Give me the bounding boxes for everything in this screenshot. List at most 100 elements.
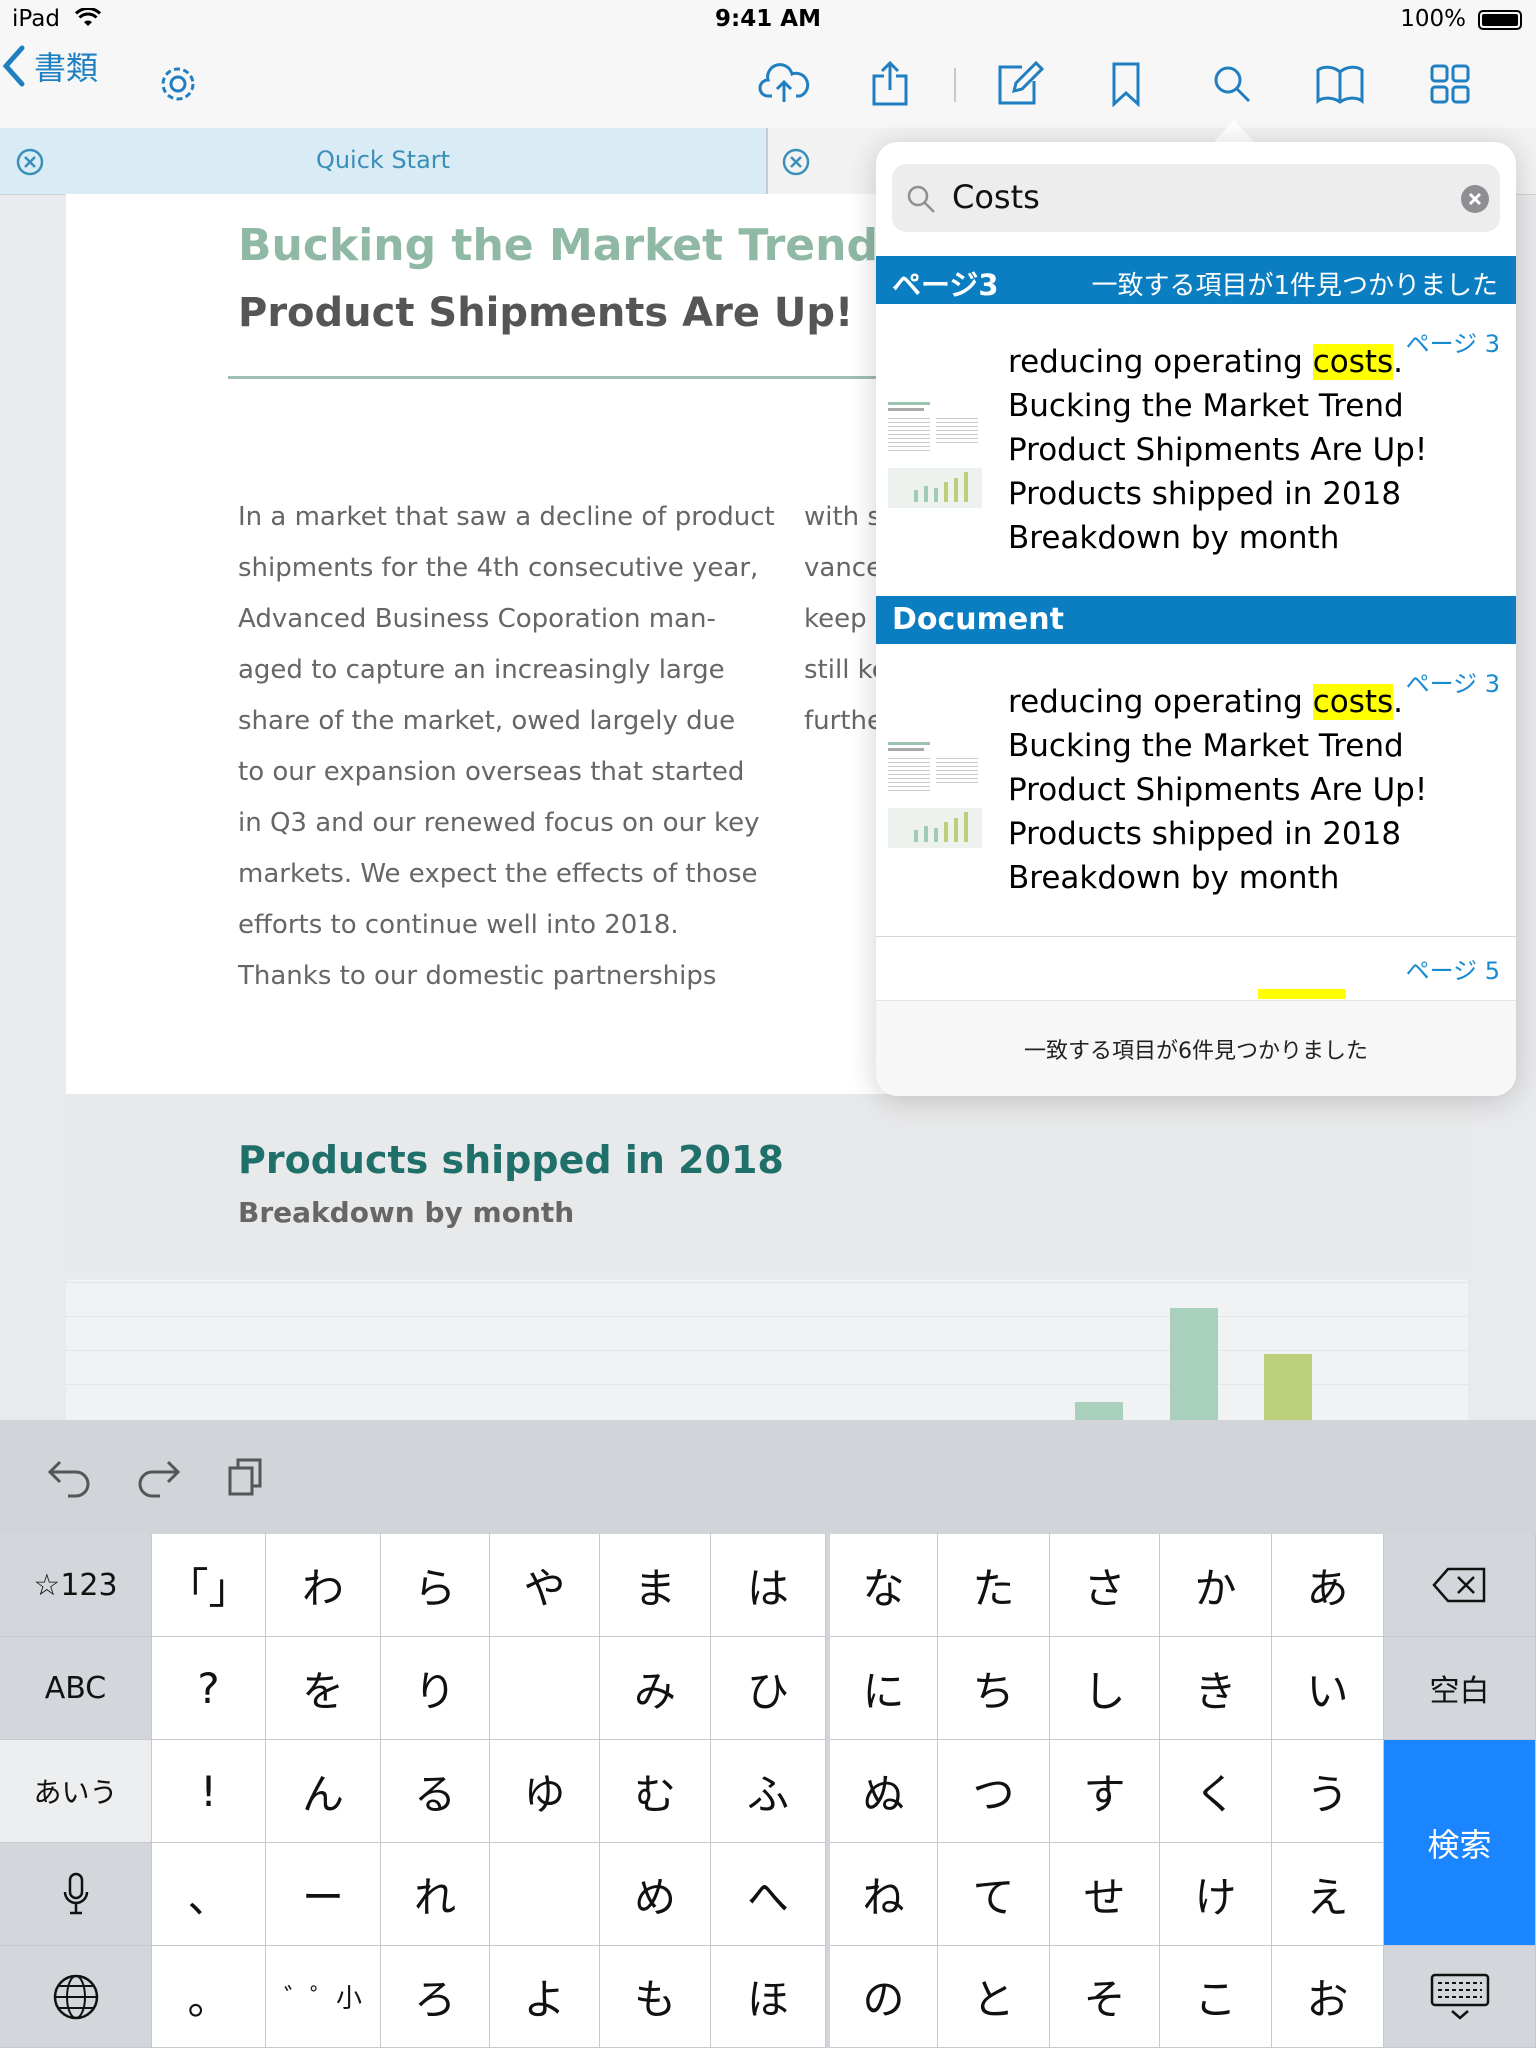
key-kana-char[interactable]: へ — [711, 1843, 826, 1946]
search-input[interactable]: Costs — [952, 178, 1040, 216]
book-button[interactable] — [1312, 58, 1368, 110]
key-kana-char[interactable]: た — [938, 1534, 1050, 1637]
key-kana-char[interactable]: き — [1160, 1637, 1272, 1740]
cloud-upload-button[interactable] — [756, 58, 812, 110]
key-kana-char[interactable]: め — [600, 1843, 711, 1946]
key-kana-char[interactable]: ら — [381, 1534, 490, 1637]
key-blank[interactable] — [490, 1637, 600, 1740]
result-line: Breakdown by month — [1008, 860, 1340, 896]
key-blank[interactable] — [490, 1843, 600, 1946]
result-text: reducing operating costs. Bucking the Ma… — [1008, 680, 1427, 900]
key-kana-char[interactable]: む — [600, 1740, 711, 1843]
key-search[interactable]: 検索 — [1384, 1740, 1536, 1946]
key-kana-char[interactable]: は — [711, 1534, 826, 1637]
key-kana-char[interactable]: ふ — [711, 1740, 826, 1843]
key-kana-char[interactable]: ね — [830, 1843, 938, 1946]
key-kana-char[interactable]: ろ — [381, 1946, 490, 2048]
key-kana-char[interactable]: や — [490, 1534, 600, 1637]
key-kana-char[interactable]: な — [830, 1534, 938, 1637]
search-footer: 一致する項目が6件見つかりました — [876, 1000, 1516, 1096]
key-kana-char[interactable]: え — [1272, 1843, 1384, 1946]
close-tab-icon[interactable] — [782, 148, 810, 176]
bookmark-button[interactable] — [1098, 58, 1154, 110]
search-field[interactable]: Costs — [892, 164, 1500, 232]
key-space[interactable]: 空白 — [1384, 1637, 1536, 1740]
share-button[interactable] — [862, 58, 918, 110]
key-kana-char[interactable]: に — [830, 1637, 938, 1740]
search-button[interactable] — [1204, 58, 1260, 110]
key-kana-char[interactable]: ん — [266, 1740, 381, 1843]
key-kana[interactable]: あいう — [0, 1740, 152, 1843]
key-abc[interactable]: ABC — [0, 1637, 152, 1740]
search-result[interactable]: ページ 3 reducing operating costs. Bucking … — [876, 644, 1516, 937]
key-kana-char[interactable]: の — [830, 1946, 938, 2048]
key-kana-char[interactable]: ー — [266, 1843, 381, 1946]
redo-icon[interactable] — [134, 1456, 182, 1498]
key-kana-char[interactable]: ひ — [711, 1637, 826, 1740]
key-kana-char[interactable]: れ — [381, 1843, 490, 1946]
result-match-partial — [1258, 989, 1346, 999]
key-kana-char[interactable]: ゆ — [490, 1740, 600, 1843]
settings-button[interactable] — [150, 58, 206, 110]
key-kana-char[interactable]: う — [1272, 1740, 1384, 1843]
key-kana-char[interactable]: ゛゜小 — [266, 1946, 381, 2048]
key-kana-char[interactable]: も — [600, 1946, 711, 2048]
key-kana-char[interactable]: み — [600, 1637, 711, 1740]
key-kana-char[interactable]: と — [938, 1946, 1050, 2048]
key-symbols[interactable]: ☆123 — [0, 1534, 152, 1637]
search-result[interactable]: ページ 5 — [876, 937, 1516, 999]
key-kana-char[interactable]: ま — [600, 1534, 711, 1637]
key-kana-char[interactable]: ち — [938, 1637, 1050, 1740]
nav-divider — [954, 68, 956, 102]
gear-icon — [161, 67, 195, 101]
key-kana-char[interactable]: か — [1160, 1534, 1272, 1637]
bookmark-icon — [1112, 62, 1140, 107]
key-kana-char[interactable]: け — [1160, 1843, 1272, 1946]
key-kana-char[interactable]: ぬ — [830, 1740, 938, 1843]
key-kana-char[interactable]: ほ — [711, 1946, 826, 2048]
body-line: In a market that saw a decline of produc… — [238, 502, 775, 532]
key-globe[interactable] — [0, 1946, 152, 2048]
key-question[interactable]: ? — [152, 1637, 266, 1740]
key-exclaim[interactable]: ! — [152, 1740, 266, 1843]
key-kana-char[interactable]: よ — [490, 1946, 600, 2048]
key-kana-char[interactable]: く — [1160, 1740, 1272, 1843]
key-kana-char[interactable]: つ — [938, 1740, 1050, 1843]
search-result[interactable]: ページ 3 reducing operating costs. Bucking … — [876, 304, 1516, 596]
key-kana-char[interactable]: る — [381, 1740, 490, 1843]
key-kana-char[interactable]: い — [1272, 1637, 1384, 1740]
cloud-upload-icon — [758, 63, 810, 102]
result-after: . — [1393, 344, 1404, 380]
key-kana-char[interactable]: り — [381, 1637, 490, 1740]
key-dismiss-keyboard[interactable] — [1384, 1946, 1536, 2048]
body-text: In a market that saw a decline of produc… — [238, 492, 775, 1002]
key-kana-char[interactable]: て — [938, 1843, 1050, 1946]
key-kana-char[interactable]: わ — [266, 1534, 381, 1637]
paste-icon[interactable] — [226, 1456, 266, 1498]
grid-button[interactable] — [1422, 58, 1478, 110]
key-comma[interactable]: 、 — [152, 1843, 266, 1946]
key-kana-char[interactable]: し — [1050, 1637, 1160, 1740]
body-line: share of the market, owed largely due — [238, 706, 736, 736]
key-brackets[interactable]: 「」 — [152, 1534, 266, 1637]
close-tab-icon[interactable] — [16, 148, 44, 176]
key-kana-char[interactable]: そ — [1050, 1946, 1160, 2048]
result-page: ページ 5 — [1405, 957, 1500, 985]
key-kana-char[interactable]: こ — [1160, 1946, 1272, 2048]
key-kana-char[interactable]: せ — [1050, 1843, 1160, 1946]
clear-search-icon[interactable] — [1460, 184, 1490, 214]
key-kana-char[interactable]: を — [266, 1637, 381, 1740]
result-line: Breakdown by month — [1008, 520, 1340, 556]
key-backspace[interactable] — [1384, 1534, 1536, 1637]
body-line: shipments for the 4th consecutive year, — [238, 553, 759, 583]
edit-button[interactable] — [992, 58, 1048, 110]
key-mic[interactable] — [0, 1843, 152, 1946]
undo-icon[interactable] — [46, 1456, 94, 1498]
key-kana-char[interactable]: あ — [1272, 1534, 1384, 1637]
key-kana-char[interactable]: さ — [1050, 1534, 1160, 1637]
key-kana-char[interactable]: す — [1050, 1740, 1160, 1843]
key-period[interactable]: 。 — [152, 1946, 266, 2048]
result-line: Product Shipments Are Up! — [1008, 432, 1428, 468]
key-kana-char[interactable]: お — [1272, 1946, 1384, 2048]
tab-quick-start[interactable]: Quick Start — [0, 128, 768, 194]
